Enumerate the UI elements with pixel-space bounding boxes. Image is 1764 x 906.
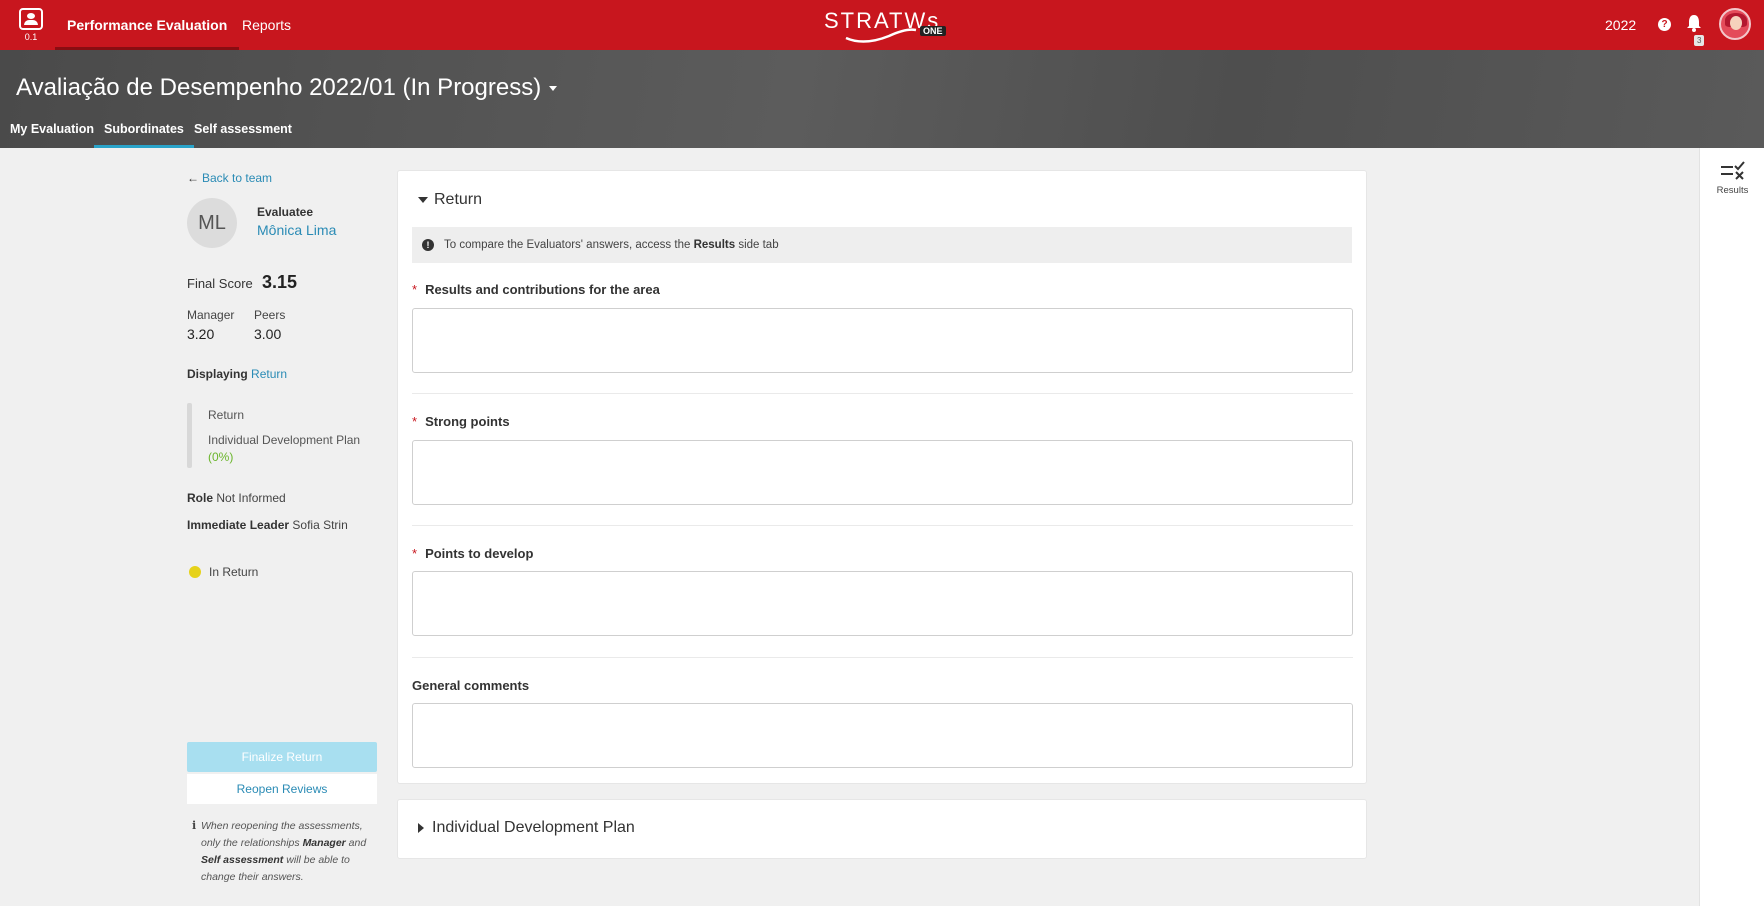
peers-score-label: Peers (254, 308, 286, 322)
evaluatee-name-link[interactable]: Mônica Lima (257, 222, 336, 238)
tab-self-assessment[interactable]: Self assessment (194, 122, 292, 148)
app-switcher-button[interactable]: 0.1 (14, 6, 48, 46)
section-nav-return[interactable]: Return (208, 408, 244, 422)
field-label-text: Points to develop (425, 546, 534, 561)
required-marker: * (412, 414, 418, 429)
points-to-develop-textarea[interactable] (412, 571, 1353, 636)
displaying-indicator: Displaying Return (187, 367, 287, 381)
help-icon[interactable]: ? (1658, 18, 1671, 31)
caret-right-icon (418, 822, 424, 833)
field-label-text: Strong points (425, 414, 510, 429)
strong-points-textarea[interactable] (412, 440, 1353, 505)
top-navigation-bar: 0.1 Performance Evaluation Reports STRAT… (0, 0, 1764, 50)
status-dot-icon (189, 566, 201, 578)
field-label-points-to-develop: * Points to develop (412, 546, 533, 561)
info-text-results: Results (693, 239, 736, 251)
required-marker: * (412, 282, 418, 297)
divider (412, 525, 1353, 526)
info-icon: i (192, 819, 197, 832)
status-label: In Return (209, 565, 259, 579)
tab-my-evaluation[interactable]: My Evaluation (10, 122, 94, 148)
section-title: Individual Development Plan (432, 819, 635, 836)
final-score-label: Final Score (187, 276, 253, 291)
required-marker: * (412, 546, 418, 561)
idp-section-card: Individual Development Plan (397, 799, 1367, 859)
evaluation-cycle-title[interactable]: Avaliação de Desempenho 2022/01 (In Prog… (16, 74, 558, 102)
field-label-general-comments: General comments (412, 678, 529, 693)
leader-label: Immediate Leader (187, 518, 290, 532)
exclamation-icon: ! (422, 239, 434, 251)
divider (412, 393, 1353, 394)
info-banner: ! To compare the Evaluators' answers, ac… (412, 227, 1352, 263)
info-text-2: side tab (735, 239, 779, 251)
back-link-label: Back to team (202, 171, 273, 185)
notification-count-badge: 3 (1694, 35, 1705, 46)
reopen-reviews-button[interactable]: Reopen Reviews (187, 774, 377, 804)
evaluatee-avatar: ML (187, 198, 237, 248)
divider (412, 657, 1353, 658)
back-to-team-link[interactable]: ← Back to team (187, 171, 272, 185)
return-section-card: Return ! To compare the Evaluators' answ… (397, 170, 1367, 784)
finalize-return-button[interactable]: Finalize Return (187, 742, 377, 772)
user-avatar[interactable] (1719, 8, 1751, 40)
tab-subordinates[interactable]: Subordinates (94, 122, 194, 148)
field-label-text: Results and contributions for the area (425, 282, 660, 297)
results-label: Results (1716, 185, 1749, 196)
results-side-tab[interactable]: Results (1699, 148, 1764, 906)
results-contributions-textarea[interactable] (412, 308, 1353, 373)
year-selector[interactable]: 2022 (1605, 0, 1636, 50)
field-label-text: General comments (412, 678, 530, 693)
manager-score-value: 3.20 (187, 326, 215, 342)
chevron-down-icon (549, 86, 558, 92)
logo-swirl-icon (845, 28, 917, 43)
bell-icon[interactable] (1686, 14, 1702, 32)
idp-progress: (0%) (208, 450, 234, 464)
return-section-toggle[interactable]: Return (418, 191, 482, 209)
section-title: Return (434, 191, 483, 208)
note-bold-manager: Manager (302, 837, 346, 849)
caret-down-icon (418, 196, 428, 203)
arrow-left-icon: ← (187, 171, 199, 185)
role-info: Role Not Informed (187, 491, 286, 505)
role-value: Not Informed (216, 491, 286, 505)
info-text-1: To compare the Evaluators' answers, acce… (444, 239, 694, 251)
app-version: 0.1 (24, 32, 38, 42)
role-label: Role (187, 491, 214, 505)
logo-badge: ONE (920, 26, 946, 36)
field-label-strong-points: * Strong points (412, 414, 510, 429)
section-nav-idp[interactable]: Individual Development Plan (208, 433, 360, 447)
leader-value: Sofia Strin (292, 518, 348, 532)
section-nav-rail (187, 403, 192, 468)
field-label-results: * Results and contributions for the area (412, 282, 660, 297)
peers-score-value: 3.00 (254, 326, 282, 342)
page-header: Avaliação de Desempenho 2022/01 (In Prog… (0, 50, 1764, 148)
note-text-2: and (345, 837, 367, 849)
evaluatee-label: Evaluatee (257, 205, 314, 219)
checklist-icon (1721, 161, 1745, 180)
final-score-value: 3.15 (262, 272, 298, 292)
leader-info: Immediate Leader Sofia Strin (187, 518, 348, 532)
idp-section-toggle[interactable]: Individual Development Plan (418, 819, 635, 837)
page-title: Avaliação de Desempenho 2022/01 (In Prog… (16, 74, 542, 101)
note-bold-self-assessment: Self assessment (201, 854, 284, 866)
manager-score-label: Manager (187, 308, 235, 322)
stratws-logo: STRATWs ONE (824, 8, 949, 43)
general-comments-textarea[interactable] (412, 703, 1353, 768)
reopen-note: When reopening the assessments, only the… (201, 818, 377, 886)
nav-performance-evaluation[interactable]: Performance Evaluation (54, 0, 240, 50)
displaying-value: Return (251, 367, 288, 381)
team-icon (19, 8, 43, 30)
nav-reports[interactable]: Reports (242, 0, 291, 50)
displaying-label: Displaying (187, 367, 248, 381)
